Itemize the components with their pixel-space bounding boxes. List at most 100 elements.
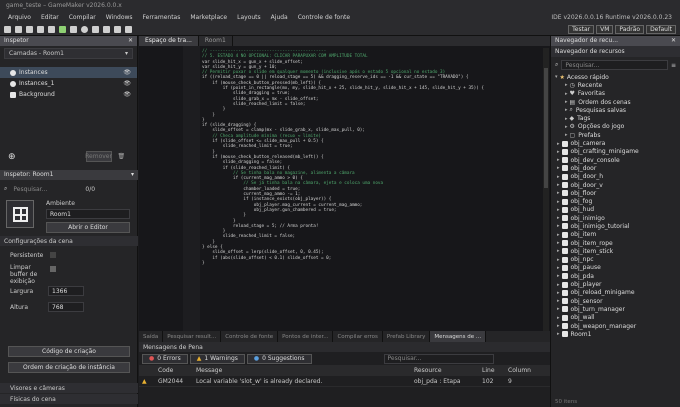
asset-item[interactable]: ▸ obj_hud (555, 206, 680, 214)
asset-search-input[interactable]: Pesquisar... (561, 60, 668, 70)
views-section[interactable]: Visores e câmeras (0, 383, 138, 393)
tab-breakpoints[interactable]: Pontos de inter... (278, 331, 334, 342)
target-vm[interactable]: VM (596, 25, 614, 34)
eye-icon[interactable]: 👁 (123, 91, 137, 98)
asset-item[interactable]: ▸ obj_door_v (555, 181, 680, 189)
stop-icon[interactable] (81, 25, 88, 33)
menu-compilar[interactable]: Compilar (64, 14, 101, 21)
target-testar[interactable]: Testar (568, 25, 595, 34)
table-row[interactable]: ▲ GM2044 Local variable 'slot_w' is alre… (139, 376, 550, 387)
code-line[interactable]: } (202, 261, 542, 266)
code-text[interactable]: // -------------------------------------… (202, 49, 542, 266)
layer-background[interactable]: Background 👁 (0, 89, 137, 100)
gear-icon[interactable] (125, 25, 132, 33)
debug-icon[interactable] (70, 25, 77, 33)
tab-room1[interactable]: Room1 (199, 36, 233, 46)
col-column[interactable]: Column (505, 367, 535, 374)
eye-icon[interactable]: 👁 (123, 69, 137, 76)
menu-layouts[interactable]: Layouts (232, 14, 266, 21)
asset-item[interactable]: ▸ obj_crafting_minigame (555, 148, 680, 156)
tab-messages[interactable]: Mensagens de ... (430, 331, 487, 342)
save-icon[interactable] (26, 25, 33, 33)
menu-icon[interactable]: ≡ (671, 62, 676, 69)
open-project-icon[interactable] (15, 25, 22, 33)
trash-icon[interactable]: 🗑 (118, 153, 126, 160)
clean-icon[interactable] (92, 25, 99, 33)
tab-search-results[interactable]: Pesquisar result... (163, 331, 222, 342)
add-layer-icon[interactable]: ⊕ (8, 152, 16, 162)
tab-source-control[interactable]: Controle de fonte (221, 331, 279, 342)
new-project-icon[interactable] (4, 25, 11, 33)
tab-inspector-room[interactable]: Inspetor: Room1 ▾ (0, 170, 138, 180)
quick-item[interactable]: ▸ ♥ Favoritas (555, 90, 680, 98)
asset-item[interactable]: ▸ obj_door_h (555, 173, 680, 181)
asset-item[interactable]: ▸ Room1 (555, 330, 680, 338)
asset-item[interactable]: ▸ obj_wall (555, 314, 680, 322)
warnings-filter[interactable]: ▲ 1 Warnings (189, 353, 245, 364)
asset-item[interactable]: ▸ obj_fog (555, 197, 680, 205)
quick-item[interactable]: ▸ ▢ Prefabs (555, 131, 680, 139)
asset-item[interactable]: ▸ obj_weapon_manager (555, 322, 680, 330)
width-input[interactable]: 1366 (48, 286, 84, 296)
tab-output[interactable]: Saída (139, 331, 164, 342)
run-icon[interactable] (59, 25, 66, 33)
messages-search-input[interactable]: Pesquisar... (383, 353, 494, 364)
target-padrao[interactable]: Padrão (615, 25, 645, 34)
asset-item[interactable]: ▸ obj_item_stick (555, 247, 680, 255)
asset-item[interactable]: ▸ obj_pda (555, 272, 680, 280)
quick-item[interactable]: ▸ ◆ Tags (555, 114, 680, 122)
asset-item[interactable]: ▸ obj_sensor (555, 297, 680, 305)
col-code[interactable]: Code (155, 367, 193, 374)
asset-item[interactable]: ▸ obj_reload_minigame (555, 289, 680, 297)
editor-scrollbar[interactable] (543, 48, 549, 331)
col-message[interactable]: Message (193, 367, 411, 374)
tab-inspector[interactable]: Inspetor ✕ (0, 36, 137, 46)
asset-item[interactable]: ▸ obj_inimigo (555, 214, 680, 222)
search-input[interactable]: Pesquisar... (10, 184, 82, 194)
settings-icon[interactable] (114, 25, 121, 33)
clear-buffer-checkbox[interactable] (50, 266, 56, 272)
tab-prefab-library[interactable]: Prefab Library (383, 331, 431, 342)
quick-item[interactable]: ▸ ▤ Ordem dos cenas (555, 98, 680, 106)
menu-ferramentas[interactable]: Ferramentas (138, 14, 186, 21)
menu-arquivo[interactable]: Arquivo (3, 14, 36, 21)
creation-code-button[interactable]: Código de criação (8, 346, 130, 357)
settings-section[interactable]: Configurações da cena (0, 236, 138, 246)
quick-item[interactable]: ▸ ◷ Recente (555, 81, 680, 89)
col-line[interactable]: Line (479, 367, 505, 374)
creation-order-button[interactable]: Ordem de criação de instância (8, 362, 130, 373)
close-icon[interactable]: ✕ (128, 37, 133, 45)
export-icon[interactable] (103, 25, 110, 33)
menu-ajuda[interactable]: Ajuda (266, 14, 293, 21)
quick-access[interactable]: ▾ ★ Acesso rápido (555, 73, 680, 81)
col-resource[interactable]: Resource (411, 367, 479, 374)
layers-dropdown[interactable]: Camadas - Room1 ▾ (4, 48, 133, 59)
tab-compile-errors[interactable]: Compilar erros (333, 331, 383, 342)
room-name-input[interactable]: Room1 (46, 209, 130, 219)
asset-item[interactable]: ▸ obj_door (555, 164, 680, 172)
tab-asset-browser[interactable]: Navegador de recu... ✕ (551, 36, 680, 46)
save-all-icon[interactable] (37, 25, 44, 33)
quick-item[interactable]: ▸ ⚙ Opções do jogo (555, 123, 680, 131)
asset-item[interactable]: ▸ obj_floor (555, 189, 680, 197)
tab-workspace[interactable]: Espaço de tra... (139, 36, 199, 46)
suggestions-filter[interactable]: ● 0 Suggestions (246, 353, 312, 364)
physics-section[interactable]: Físicas do cena (0, 394, 138, 404)
quick-item[interactable]: ▸ ⌕ Pesquisas salvas (555, 106, 680, 114)
asset-item[interactable]: ▸ obj_item (555, 231, 680, 239)
build-icon[interactable] (48, 25, 55, 33)
menu-controle-fonte[interactable]: Controle de fonte (293, 14, 355, 21)
asset-item[interactable]: ▸ obj_npc (555, 256, 680, 264)
asset-item[interactable]: ▸ obj_item_rope (555, 239, 680, 247)
target-default[interactable]: Default (646, 25, 676, 34)
height-input[interactable]: 768 (48, 302, 84, 312)
open-editor-button[interactable]: Abrir o Editor (46, 222, 130, 233)
errors-filter[interactable]: ● 0 Errors (142, 353, 188, 364)
eye-icon[interactable]: 👁 (123, 80, 137, 87)
layer-instances[interactable]: Instances 👁 (0, 67, 137, 78)
asset-item[interactable]: ▸ obj_camera (555, 139, 680, 147)
asset-item[interactable]: ▸ obj_turn_manager (555, 305, 680, 313)
persistent-checkbox[interactable] (50, 252, 56, 258)
asset-item[interactable]: ▸ obj_pause (555, 264, 680, 272)
menu-editar[interactable]: Editar (36, 14, 64, 21)
